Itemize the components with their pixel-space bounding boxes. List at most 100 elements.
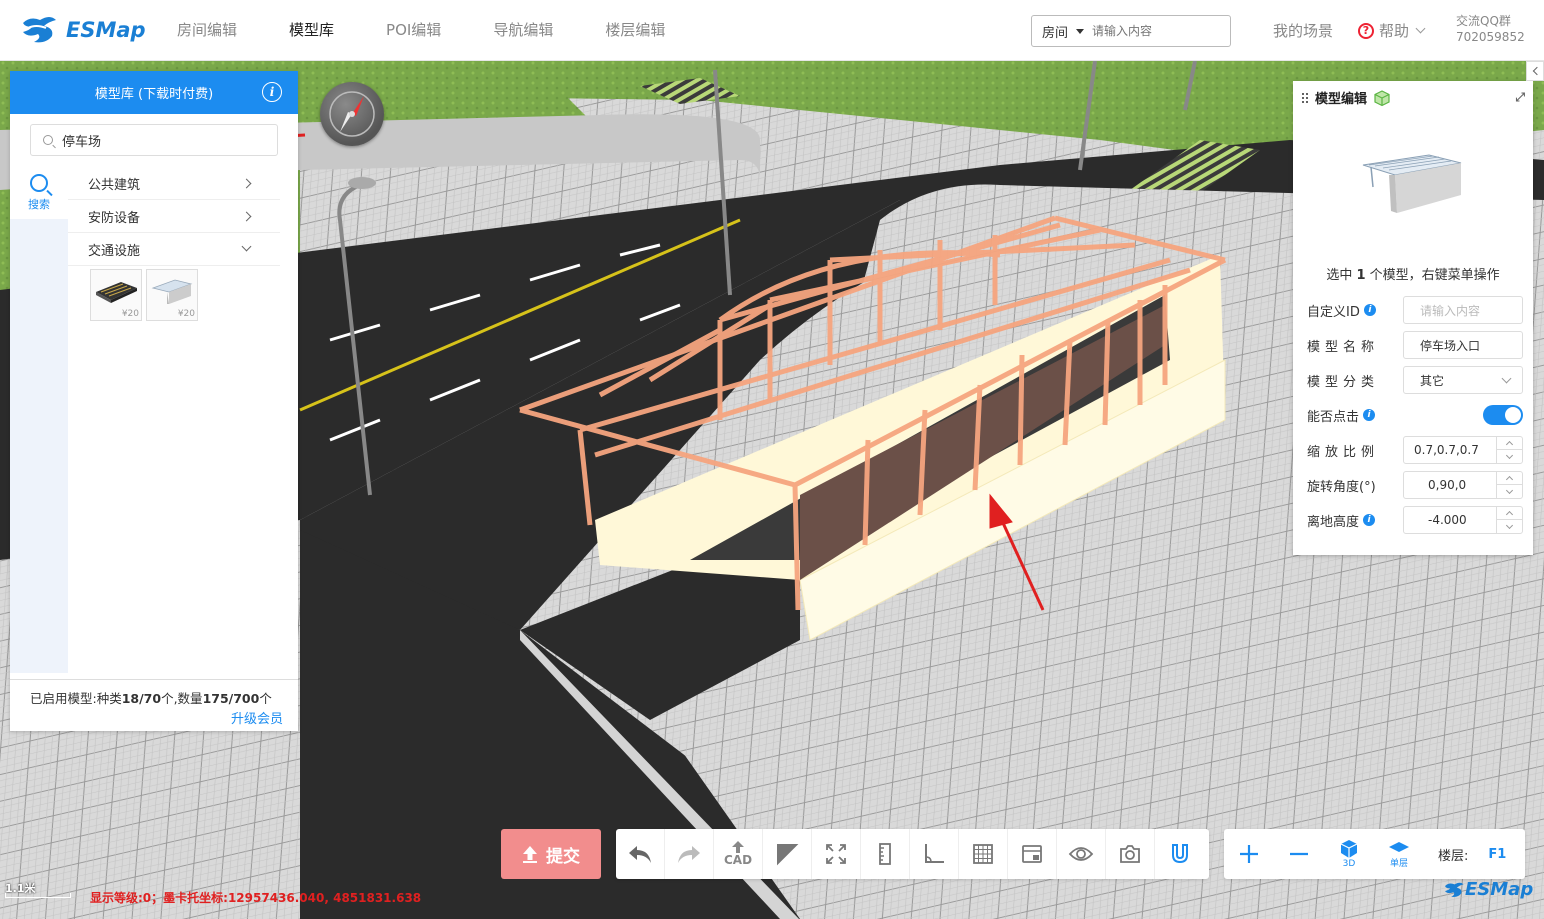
- question-icon[interactable]: i: [1363, 304, 1376, 316]
- expand-icon[interactable]: ⤢: [1515, 90, 1525, 105]
- question-icon[interactable]: i: [1363, 409, 1376, 421]
- selection-count: 1: [1356, 268, 1366, 283]
- custom-id-input[interactable]: 请输入内容: [1403, 296, 1523, 324]
- eye-icon: [1068, 847, 1094, 861]
- undo-button[interactable]: [616, 829, 665, 879]
- ruler-button[interactable]: [861, 829, 910, 879]
- category-traffic-facilities[interactable]: 交通设施: [68, 233, 280, 266]
- category-label: 交通设施: [88, 243, 141, 259]
- model-name-input[interactable]: 停车场入口: [1403, 331, 1523, 359]
- compass-control[interactable]: [320, 82, 384, 146]
- search-icon: [43, 135, 53, 145]
- search-icon: [30, 174, 48, 192]
- chevron-up-icon: [1505, 510, 1514, 519]
- camera-icon: [1120, 845, 1140, 863]
- header-search-input[interactable]: [1092, 24, 1222, 38]
- map-layer-button[interactable]: [1008, 829, 1057, 879]
- usage-suffix: 个: [259, 691, 272, 706]
- esmap-logo-icon: [1445, 882, 1464, 897]
- tab-search[interactable]: 搜索: [10, 167, 68, 219]
- fullscreen-button[interactable]: [812, 829, 861, 879]
- zoom-in-button[interactable]: [1224, 829, 1274, 879]
- cube-3d-icon: [1340, 840, 1358, 858]
- help-menu[interactable]: ? 帮助: [1358, 20, 1426, 41]
- submit-button[interactable]: 提交: [501, 829, 601, 879]
- chevron-down-icon: [1505, 451, 1514, 459]
- model-price: ¥20: [177, 309, 195, 319]
- rotation-label: 旋转角度(°): [1307, 479, 1376, 495]
- clickable-toggle[interactable]: [1483, 405, 1523, 425]
- nav-navigation-edit[interactable]: 导航编辑: [476, 0, 570, 61]
- custom-id-label: 自定义ID: [1307, 304, 1360, 320]
- shape-tool-button[interactable]: [763, 829, 812, 879]
- search-type-select[interactable]: 房间: [1032, 22, 1092, 41]
- redo-button[interactable]: [665, 829, 714, 879]
- info-icon[interactable]: i: [262, 82, 282, 102]
- view-3d-button[interactable]: 3D: [1324, 829, 1374, 879]
- grid-button[interactable]: [959, 829, 1008, 879]
- collapse-panel-button[interactable]: [1526, 61, 1544, 81]
- floor-label: 楼层:: [1438, 848, 1469, 864]
- help-label: 帮助: [1379, 22, 1410, 40]
- drag-handle-icon[interactable]: [1301, 91, 1309, 104]
- model-thumb-parking-lot[interactable]: ¥20: [90, 269, 142, 321]
- edit-toolbar: CAD: [616, 829, 1209, 879]
- top-header: ESMap 房间编辑 模型库 POI编辑 导航编辑 楼层编辑 房间 我的场景 ?…: [0, 0, 1544, 61]
- screenshot-button[interactable]: [1106, 829, 1155, 879]
- qq-label: 交流QQ群: [1456, 14, 1511, 28]
- stepper-buttons[interactable]: [1496, 507, 1522, 533]
- field-label: 离地高度 i: [1307, 511, 1403, 530]
- chevron-left-icon: [1532, 66, 1541, 76]
- chevron-down-icon: [241, 241, 252, 252]
- model-type-value: 其它: [1420, 373, 1445, 388]
- nav-poi-edit[interactable]: POI编辑: [369, 0, 458, 61]
- header-search: 房间: [1031, 15, 1231, 47]
- nav-floor-edit[interactable]: 楼层编辑: [588, 0, 682, 61]
- height-stepper[interactable]: -4.000: [1403, 506, 1523, 534]
- category-public-buildings[interactable]: 公共建筑: [68, 167, 280, 200]
- model-thumb-parking-entrance[interactable]: ¥20: [146, 269, 198, 321]
- nav-model-library[interactable]: 模型库: [272, 0, 351, 61]
- scale-label: 缩放比例: [1307, 444, 1380, 460]
- visibility-button[interactable]: [1057, 829, 1106, 879]
- field-label: 模型名称: [1307, 336, 1403, 355]
- stepper-buttons[interactable]: [1496, 472, 1522, 498]
- upgrade-membership-link[interactable]: 升级会员: [231, 708, 283, 727]
- watermark-text: ESMap: [1465, 879, 1534, 900]
- model-name-label: 模型名称: [1307, 339, 1380, 355]
- nav-room-edit[interactable]: 房间编辑: [160, 0, 254, 61]
- height-label: 离地高度: [1307, 514, 1360, 530]
- view-toolbar: 3D 单层 楼层: F1: [1224, 829, 1525, 879]
- snap-button[interactable]: [1155, 829, 1204, 879]
- my-scene-link[interactable]: 我的场景: [1273, 20, 1333, 41]
- scale-stepper[interactable]: 0.7,0.7,0.7: [1403, 436, 1523, 464]
- magnet-icon: [1171, 844, 1188, 864]
- model-search-value: 停车场: [62, 134, 102, 150]
- panel-side-tabs: 搜索: [10, 167, 68, 673]
- angle-icon: [925, 844, 944, 863]
- map-layer-icon: [1022, 845, 1042, 863]
- upload-icon: [523, 846, 537, 863]
- layer-icon: [1389, 841, 1409, 852]
- single-floor-button[interactable]: 单层: [1374, 829, 1424, 879]
- panel-title: 模型编辑: [1315, 92, 1368, 107]
- usage-kinds: 18/70: [121, 691, 162, 706]
- question-icon[interactable]: i: [1363, 514, 1376, 526]
- model-type-select[interactable]: 其它: [1403, 366, 1523, 394]
- triangle-tool-icon: [777, 844, 799, 866]
- single-floor-label: 单层: [1389, 858, 1408, 869]
- angle-button[interactable]: [910, 829, 959, 879]
- category-security-devices[interactable]: 安防设备: [68, 200, 280, 233]
- stepper-buttons[interactable]: [1496, 437, 1522, 463]
- cad-label: CAD: [723, 853, 753, 867]
- parking-lot-thumbnail: [96, 282, 137, 303]
- rotation-stepper[interactable]: 0,90,0: [1403, 471, 1523, 499]
- chevron-up-icon: [1505, 440, 1514, 449]
- view-3d-label: 3D: [1342, 859, 1356, 869]
- cad-import-button[interactable]: CAD: [714, 829, 763, 879]
- model-search-input[interactable]: 停车场: [30, 124, 278, 156]
- zoom-out-button[interactable]: [1274, 829, 1324, 879]
- esmap-logo[interactable]: ESMap: [20, 14, 146, 46]
- floor-selector[interactable]: F1: [1488, 847, 1506, 862]
- chevron-down-icon: [1501, 373, 1512, 384]
